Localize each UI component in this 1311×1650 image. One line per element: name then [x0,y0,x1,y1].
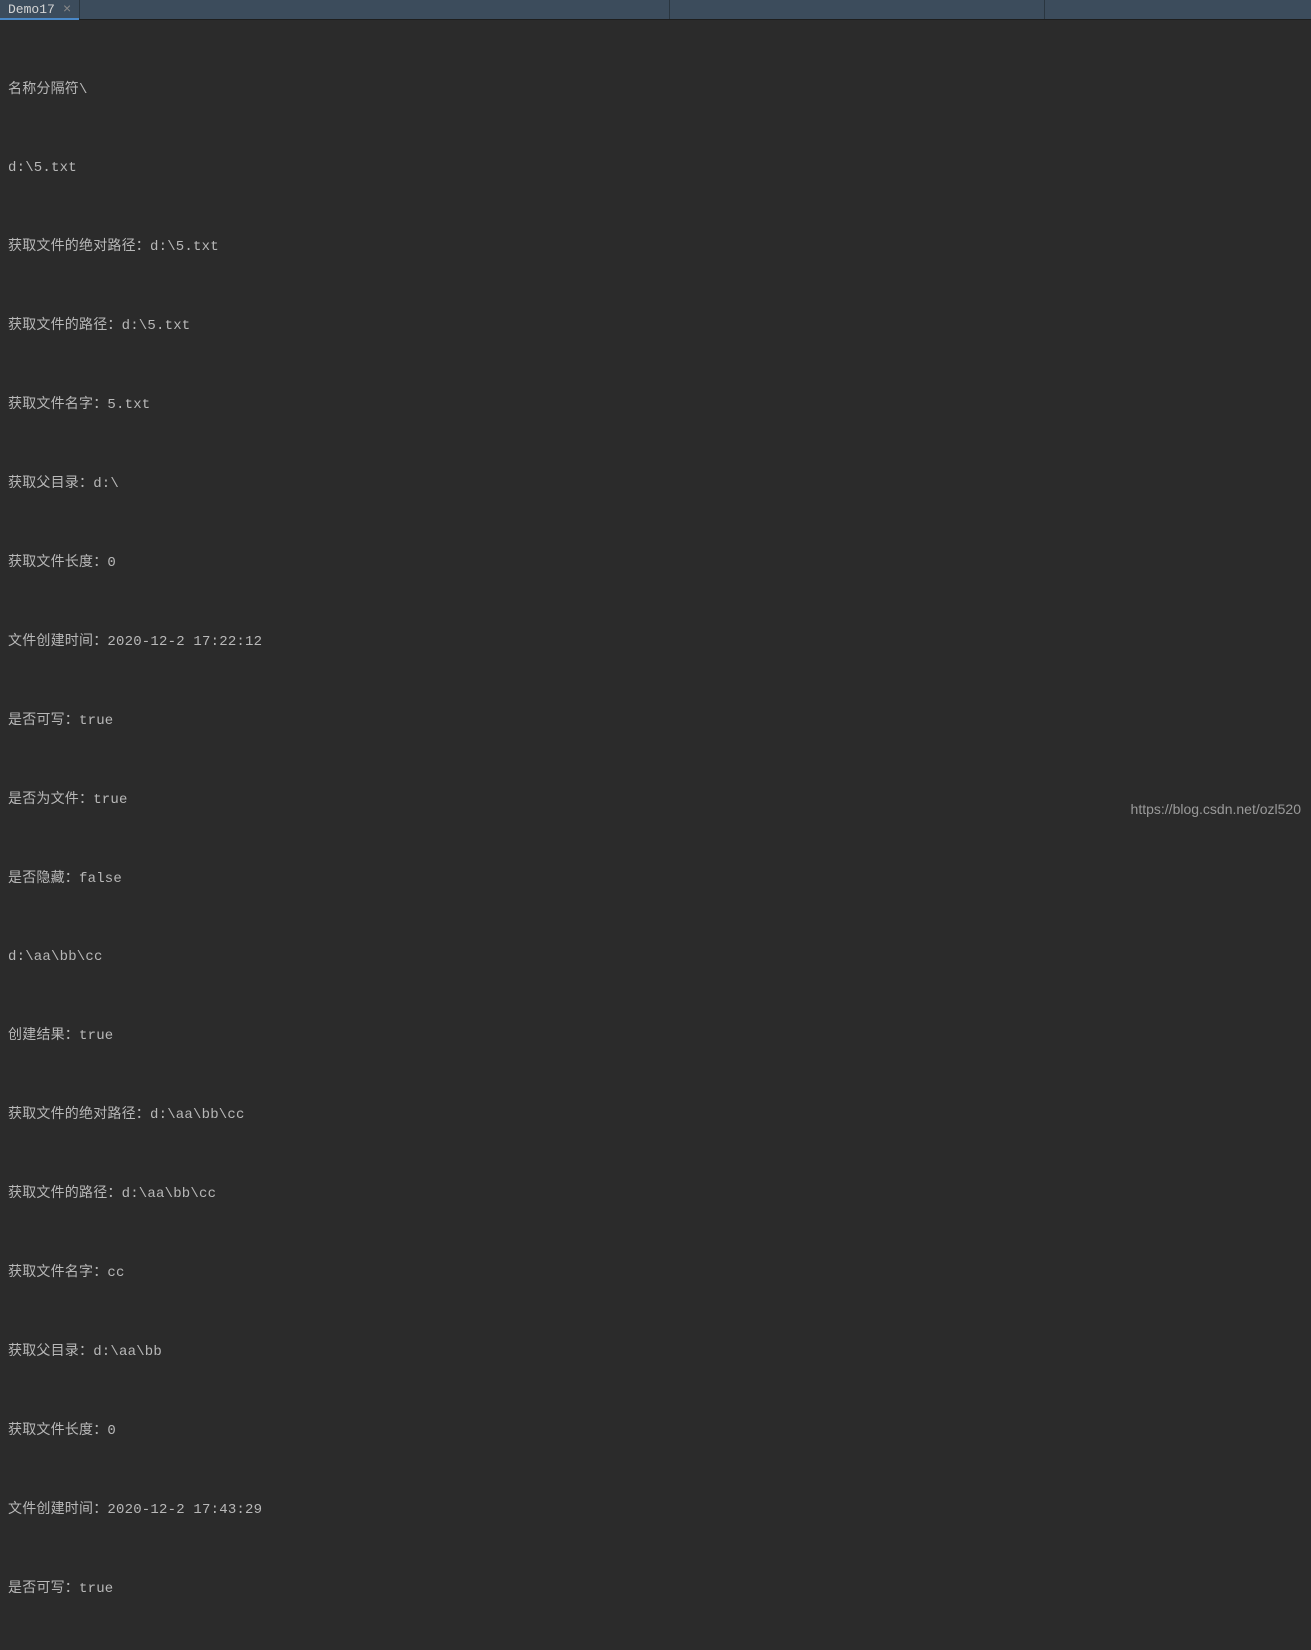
output-line: d:\5.txt [8,155,1303,181]
tab-spacer [669,0,1044,19]
output-line: 获取文件的绝对路径：d:\aa\bb\cc [8,1102,1303,1128]
output-line: 获取文件名字：cc [8,1260,1303,1286]
output-line: 名称分隔符\ [8,77,1303,103]
output-line: 获取文件的路径：d:\5.txt [8,313,1303,339]
output-line: 文件创建时间：2020-12-2 17:22:12 [8,629,1303,655]
tab-bar: Demo17 × [0,0,1311,20]
output-line: 创建结果：true [8,1023,1303,1049]
output-line: 获取父目录：d:\aa\bb [8,1339,1303,1365]
output-line: 是否隐藏：false [8,866,1303,892]
tab-label: Demo17 [8,2,55,17]
output-line: 是否可写：true [8,708,1303,734]
output-line: 是否为文件：true [8,787,1303,813]
tab-spacer [79,0,669,19]
output-line: 是否可写：true [8,1576,1303,1602]
watermark: https://blog.csdn.net/ozl520 [1131,801,1301,817]
output-line: d:\aa\bb\cc [8,944,1303,970]
close-icon[interactable]: × [63,2,71,18]
output-line: 获取文件的路径：d:\aa\bb\cc [8,1181,1303,1207]
tab-demo17[interactable]: Demo17 × [0,0,79,19]
console-output: 名称分隔符\ d:\5.txt 获取文件的绝对路径：d:\5.txt 获取文件的… [0,20,1311,1650]
output-line: 文件创建时间：2020-12-2 17:43:29 [8,1497,1303,1523]
output-line: 获取文件的绝对路径：d:\5.txt [8,234,1303,260]
output-line: 获取文件长度：0 [8,1418,1303,1444]
output-line: 获取文件名字：5.txt [8,392,1303,418]
output-line: 获取文件长度：0 [8,550,1303,576]
tab-spacer [1044,0,1311,19]
output-line: 获取父目录：d:\ [8,471,1303,497]
